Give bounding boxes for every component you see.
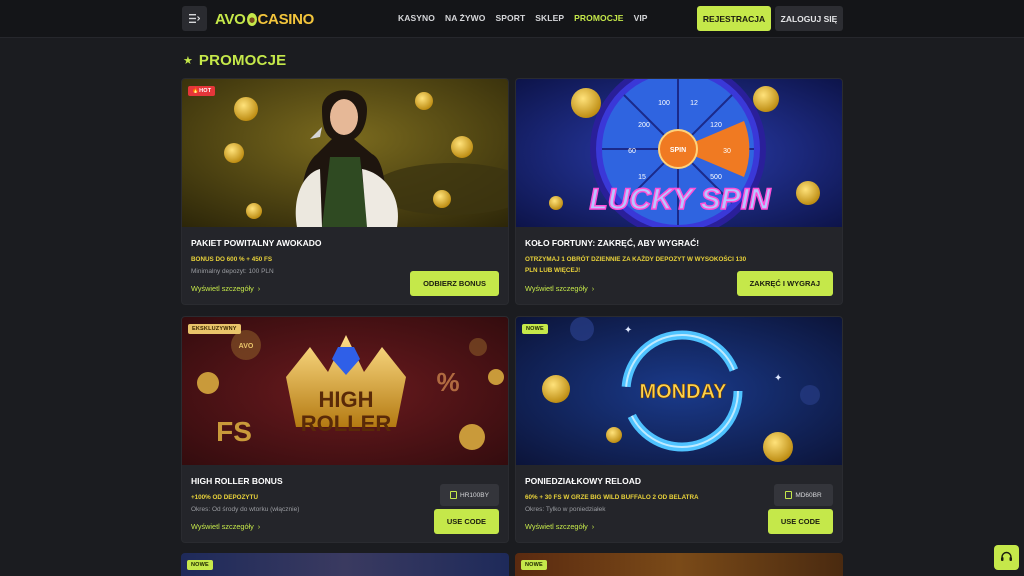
- promo-subtitle: +100% OD DEPOZYTU: [191, 494, 259, 501]
- promo-subtitle: BONUS DO 600 % + 450 FS: [191, 256, 273, 263]
- roller-text: ROLLER: [301, 411, 392, 436]
- promo-description: Okres: Tylko w poniedziałek: [525, 506, 606, 513]
- nav-sklep[interactable]: SKLEP: [535, 13, 564, 23]
- wheel-label-12: 12: [690, 100, 698, 107]
- monday-text: MONDAY: [639, 381, 727, 403]
- badge-exclusive: EKSKLUZYWNY: [188, 324, 241, 334]
- fs-decor-text: FS: [216, 416, 252, 447]
- promo-subtitle: OTRZYMAJ 1 OBRÓT DZIENNIE ZA KAŻDY DEPOZ…: [525, 256, 747, 274]
- badge-new: NOWE: [521, 560, 547, 570]
- details-link-label: Wyświetl szczegóły: [525, 522, 588, 531]
- menu-icon: [189, 14, 200, 23]
- promo-image-high-roller[interactable]: HIGH ROLLER FS % AVO: [182, 317, 508, 465]
- copy-icon: [785, 491, 793, 499]
- nav-sport[interactable]: SPORT: [496, 13, 526, 23]
- wheel-spin-label: SPIN: [670, 147, 686, 154]
- wheel-label-100: 100: [658, 100, 670, 107]
- nav-promocje[interactable]: PROMOCJE: [574, 13, 623, 23]
- logo[interactable]: AVO CASINO: [215, 9, 314, 29]
- promo-description: Minimalny depozyt: 100 PLN: [191, 268, 274, 275]
- details-link[interactable]: Wyświetl szczegóły ›: [525, 522, 594, 531]
- chat-icon: [1001, 551, 1012, 561]
- promo-title: HIGH ROLLER BONUS: [191, 476, 283, 486]
- wheel-label-15: 15: [638, 174, 646, 181]
- details-link-label: Wyświetl szczegóły: [191, 284, 254, 293]
- wheel-label-500: 500: [710, 174, 722, 181]
- avocado-icon: [246, 12, 257, 26]
- promo-card-partial[interactable]: NOWE: [515, 553, 843, 576]
- nav-kasyno[interactable]: KASYNO: [398, 13, 435, 23]
- page-title-text: PROMOCJE: [198, 52, 287, 69]
- badge-new: NOWE: [187, 560, 213, 570]
- svg-text:✦: ✦: [774, 373, 782, 384]
- promo-subtitle: 60% + 30 FS W GRZE BIG WILD BUFFALO 2 OD…: [525, 494, 699, 501]
- svg-text:✦: ✦: [624, 325, 632, 336]
- badge-new: NOWE: [522, 324, 548, 334]
- logo-text-casino: CASINO: [257, 10, 315, 28]
- promo-code-copy[interactable]: MD60BR: [774, 484, 833, 506]
- promo-card-high-roller: HIGH ROLLER FS % AVO EKSKLUZYWNY HIGH RO…: [181, 316, 509, 543]
- star-icon: ★: [183, 55, 193, 67]
- avo-coin-text: AVO: [239, 343, 254, 350]
- menu-toggle-button[interactable]: [182, 6, 207, 31]
- promo-image-monday[interactable]: MONDAY ✦ ✦: [516, 317, 842, 465]
- high-text: HIGH: [319, 387, 374, 412]
- top-header: AVO CASINO KASYNO NA ŻYWO SPORT SKLEP PR…: [0, 0, 1024, 38]
- details-link[interactable]: Wyświetl szczegóły ›: [191, 522, 260, 531]
- lucky-spin-text: LUCKY SPIN: [589, 183, 771, 216]
- badge-hot: 🔥HOT: [188, 86, 216, 96]
- wheel-label-200: 200: [638, 122, 650, 129]
- promo-code-value: MD60BR: [795, 491, 822, 499]
- promo-image-welcome[interactable]: [182, 79, 508, 227]
- wheel-label-30: 30: [723, 148, 731, 155]
- chevron-right-icon: ›: [591, 284, 595, 293]
- promo-code-copy[interactable]: HR100BY: [440, 484, 499, 506]
- promo-title: KOŁO FORTUNY: ZAKRĘĆ, ABY WYGRAĆ!: [525, 238, 700, 248]
- details-link[interactable]: Wyświetl szczegóły ›: [525, 284, 594, 293]
- register-button[interactable]: REJESTRACJA: [697, 6, 771, 31]
- nav-na-zywo[interactable]: NA ŻYWO: [445, 13, 486, 23]
- promo-title: PONIEDZIAŁKOWY RELOAD: [525, 476, 642, 486]
- details-link-label: Wyświetl szczegóły: [191, 522, 254, 531]
- chevron-right-icon: ›: [591, 522, 595, 531]
- chat-support-button[interactable]: [994, 545, 1019, 570]
- percent-decor-text: %: [436, 367, 459, 397]
- wheel-label-60: 60: [628, 148, 636, 155]
- use-code-button[interactable]: USE CODE: [767, 509, 833, 534]
- claim-bonus-button[interactable]: ODBIERZ BONUS: [410, 271, 499, 296]
- promo-code-value: HR100BY: [460, 491, 489, 499]
- main-nav: KASYNO NA ŻYWO SPORT SKLEP PROMOCJE VIP: [398, 13, 648, 23]
- promo-description: Okres: Od środy do wtorku (włącznie): [191, 506, 300, 513]
- login-button[interactable]: ZALOGUJ SIĘ: [775, 6, 843, 31]
- nav-vip[interactable]: VIP: [634, 13, 648, 23]
- promo-card-partial[interactable]: NOWE: [181, 553, 509, 576]
- promo-card-wheel: SPIN 120 30 500 15 60 200 100 12 LUCKY S…: [515, 78, 843, 305]
- promo-title: PAKIET POWITALNY AWOKADO: [191, 238, 322, 248]
- chevron-right-icon: ›: [257, 284, 261, 293]
- promo-image-wheel[interactable]: SPIN 120 30 500 15 60 200 100 12 LUCKY S…: [516, 79, 842, 227]
- details-link-label: Wyświetl szczegóły: [525, 284, 588, 293]
- spin-and-win-button[interactable]: ZAKRĘĆ I WYGRAJ: [736, 271, 833, 296]
- promo-card-welcome: 🔥HOT PAKIET POWITALNY AWOKADO BONUS DO 6…: [181, 78, 509, 305]
- use-code-button[interactable]: USE CODE: [433, 509, 499, 534]
- copy-icon: [450, 491, 458, 499]
- promo-card-monday-reload: MONDAY ✦ ✦ NOWE PONIEDZIAŁKOWY RELOAD 60…: [515, 316, 843, 543]
- wheel-label-120: 120: [710, 122, 722, 129]
- page-title: ★ PROMOCJE: [183, 52, 286, 69]
- logo-text-avo: AVO: [215, 10, 246, 28]
- chevron-right-icon: ›: [257, 522, 261, 531]
- details-link[interactable]: Wyświetl szczegóły ›: [191, 284, 260, 293]
